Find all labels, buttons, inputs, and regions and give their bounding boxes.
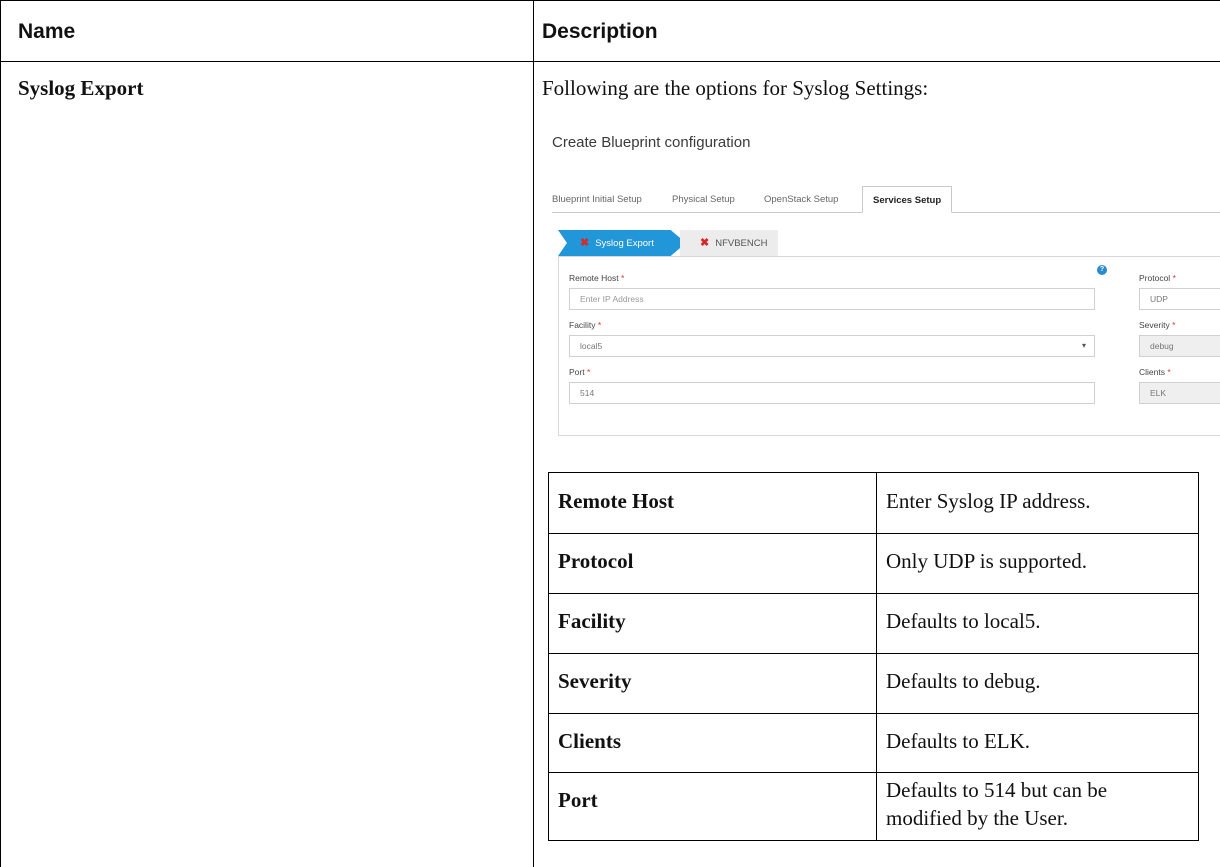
screenshot-title: Create Blueprint configuration [552,134,751,151]
tab-physical-setup[interactable]: Physical Setup [672,186,735,213]
option-name-port: Port [558,788,598,812]
column-header-name: Name [18,20,76,43]
options-table: Remote Host Enter Syslog IP address. Pro… [548,472,1199,841]
facility-label: Facility * [569,320,601,330]
required-mark: * [620,273,625,283]
option-name-clients: Clients [558,729,621,753]
facility-select[interactable]: local5 ▾ [569,335,1095,357]
clients-label: Clients * [1139,367,1171,377]
step-label-syslog-export: Syslog Export [595,238,654,249]
table-border [876,472,877,841]
table-border [548,653,1199,654]
option-desc-facility: Defaults to local5. [886,609,1041,633]
table-top-border [0,0,1220,1]
info-icon[interactable]: ? [1097,265,1107,275]
option-desc-clients: Defaults to ELK. [886,729,1031,753]
tab-services-setup[interactable]: Services Setup [862,186,953,213]
syslog-form: Remote Host * Enter IP Address ? Facilit… [558,256,1220,436]
row-name-syslog-export: Syslog Export [18,76,144,100]
port-label: Port * [569,367,590,377]
option-name-remote-host: Remote Host [558,489,675,513]
table-border [548,713,1199,714]
column-header-description: Description [542,20,658,43]
blueprint-screenshot: Create Blueprint configuration Blueprint… [534,118,1220,458]
syslog-doc-table: Name Description Syslog Export Following… [0,0,1220,867]
option-desc-remote-host: Enter Syslog IP address. [886,489,1091,513]
protocol-label: Protocol * [1139,273,1176,283]
remote-host-input[interactable]: Enter IP Address [569,288,1095,310]
table-border [548,533,1199,534]
severity-label: Severity * [1139,320,1175,330]
protocol-label-text: Protocol [1139,273,1171,283]
option-name-severity: Severity [558,669,632,693]
table-border [548,472,549,841]
table-border [548,840,1199,841]
tab-openstack-setup[interactable]: OpenStack Setup [764,186,838,213]
option-desc-port-line1: Defaults to 514 but can be [886,778,1108,802]
remote-host-label: Remote Host * [569,273,624,283]
facility-label-text: Facility [569,320,596,330]
required-mark: * [1172,320,1176,330]
option-desc-severity: Defaults to debug. [886,669,1041,693]
severity-input[interactable]: debug [1139,335,1220,357]
clients-label-text: Clients [1139,367,1165,377]
header-divider [0,61,1220,62]
protocol-input[interactable]: UDP [1139,288,1220,310]
port-input[interactable]: 514 [569,382,1095,404]
remote-host-label-text: Remote Host [569,273,619,283]
tab-bar: Blueprint Initial Setup Physical Setup O… [552,186,1220,213]
option-name-facility: Facility [558,609,626,633]
x-icon: ✖ [580,237,590,249]
x-icon: ✖ [700,237,710,249]
required-mark: * [1167,367,1171,377]
description-intro: Following are the options for Syslog Set… [542,76,929,100]
table-border [548,593,1199,594]
option-desc-port-line2: modified by the User. [886,806,1068,830]
table-border [1198,472,1199,841]
option-name-protocol: Protocol [558,549,634,573]
table-left-border [0,0,1,867]
required-mark: * [597,320,602,330]
required-mark: * [586,367,591,377]
required-mark: * [1172,273,1176,283]
facility-value: local5 [580,341,603,351]
step-label-nfvbench: NFVBENCH [715,238,768,249]
table-border [548,472,1199,473]
port-label-text: Port [569,367,585,377]
clients-input[interactable]: ELK [1139,382,1220,404]
step-syslog-export[interactable]: ✖ Syslog Export [558,230,686,256]
option-desc-protocol: Only UDP is supported. [886,549,1088,573]
severity-label-text: Severity [1139,320,1170,330]
table-border [548,772,1199,773]
tab-blueprint-initial-setup[interactable]: Blueprint Initial Setup [552,186,642,213]
step-nfvbench[interactable]: ✖ NFVBENCH [680,230,778,256]
chevron-down-icon: ▾ [1081,341,1086,350]
